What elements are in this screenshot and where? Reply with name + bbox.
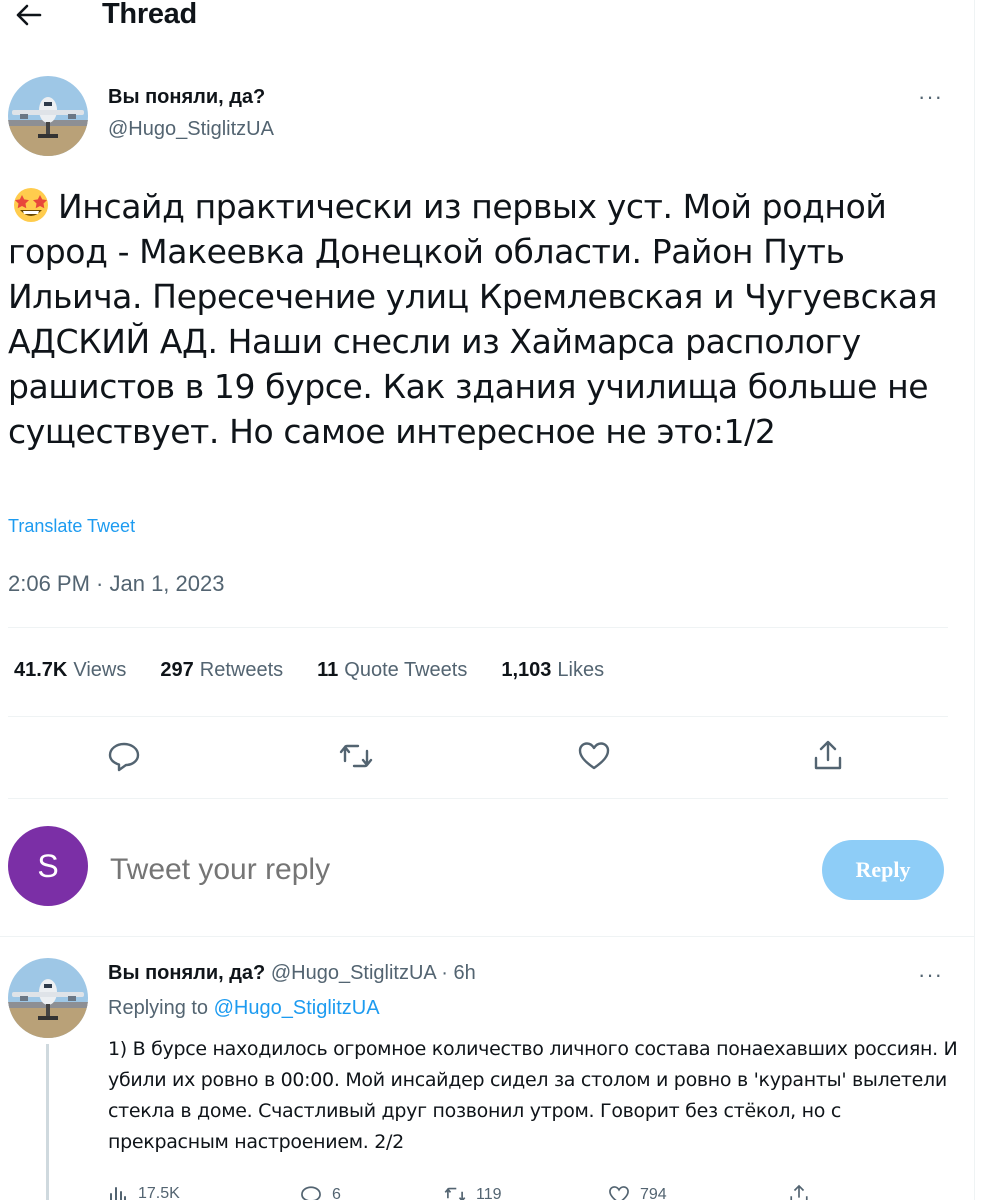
star-struck-emoji (14, 188, 48, 222)
translate-tweet-link[interactable]: Translate Tweet (8, 516, 135, 537)
reply-tweet-actions: 17.5K 6 119 794 (108, 1184, 868, 1200)
more-options-button[interactable]: ··· (918, 86, 943, 108)
author-name[interactable]: Вы поняли, да? (108, 86, 265, 109)
replying-to: Replying to @Hugo_StiglitzUA (108, 997, 380, 1020)
replying-to-mention[interactable]: @Hugo_StiglitzUA (214, 997, 380, 1019)
reply-views-button[interactable]: 17.5K (108, 1184, 180, 1200)
divider (8, 798, 948, 799)
author-handle[interactable]: @Hugo_StiglitzUA (108, 118, 274, 141)
retweets-count: 297 (160, 659, 194, 681)
retweet-icon (444, 1187, 466, 1200)
quote-tweets-count: 11 (317, 659, 339, 681)
airplane-avatar-image (8, 958, 88, 1038)
share-icon (814, 740, 842, 770)
thread-header: Thread (0, 0, 975, 36)
retweet-icon (339, 744, 373, 768)
reply-retweets-count: 119 (476, 1186, 502, 1200)
author-avatar[interactable] (8, 76, 88, 156)
thread-page: Thread Вы поняли, да? @Hugo_StiglitzUA ·… (0, 0, 975, 1200)
retweets-stat[interactable]: 297 Retweets (160, 659, 283, 682)
likes-count: 1,103 (501, 659, 552, 681)
tweet-stats: 41.7K Views 297 Retweets 11 Quote Tweets… (14, 659, 604, 682)
reply-more-options-button[interactable]: ··· (918, 964, 943, 986)
tweet-text: Инсайд практически из первых уст. Мой ро… (8, 184, 958, 454)
retweets-label: Retweets (199, 659, 284, 681)
quote-tweets-stat[interactable]: 11 Quote Tweets (317, 659, 467, 682)
views-label: Views (73, 659, 127, 681)
tweet-body-text: Инсайд практически из первых уст. Мой ро… (8, 187, 938, 451)
divider (8, 716, 948, 717)
share-button[interactable] (808, 736, 848, 776)
quote-tweets-label: Quote Tweets (344, 659, 468, 681)
current-user-avatar[interactable]: S (8, 826, 88, 906)
reply-tweet-text: 1) В бурсе находилось огромное количеств… (108, 1038, 958, 1153)
reply-share-button[interactable] (788, 1184, 820, 1200)
reply-icon (108, 742, 140, 772)
share-icon (790, 1184, 808, 1200)
like-button[interactable] (574, 736, 614, 776)
tweet-timestamp[interactable]: 2:06 PM · Jan 1, 2023 (8, 571, 224, 597)
reply-replies-count: 6 (332, 1186, 341, 1200)
views-stat: 41.7K Views (14, 659, 126, 682)
reply-header: Вы поняли, да? @Hugo_StiglitzUA · 6h (108, 962, 476, 985)
reply-author-avatar[interactable] (8, 958, 88, 1038)
reply-retweet-button[interactable]: 119 (444, 1184, 502, 1200)
reply-likes-count: 794 (640, 1186, 667, 1200)
retweet-button[interactable] (336, 736, 376, 776)
reply-views-count: 17.5K (138, 1185, 180, 1200)
reply-like-button[interactable]: 794 (608, 1184, 667, 1200)
airplane-avatar-image (8, 76, 88, 156)
views-icon (110, 1187, 126, 1200)
like-icon (609, 1186, 629, 1200)
divider (0, 936, 975, 937)
reply-icon (301, 1186, 321, 1200)
thread-connector-line (46, 1044, 49, 1200)
reply-input[interactable] (110, 850, 790, 890)
reply-reply-button[interactable]: 6 (300, 1184, 341, 1200)
reply-author-name[interactable]: Вы поняли, да? (108, 962, 265, 984)
page-title: Thread (102, 0, 197, 30)
back-button[interactable] (14, 0, 44, 30)
replying-to-label: Replying to (108, 997, 209, 1019)
views-count: 41.7K (14, 659, 68, 681)
avatar-letter: S (37, 847, 59, 884)
tweet-actions (0, 736, 975, 776)
likes-stat[interactable]: 1,103 Likes (501, 659, 604, 682)
divider (8, 627, 948, 628)
likes-label: Likes (557, 659, 605, 681)
like-icon (578, 742, 610, 770)
reply-submit-button[interactable]: Reply (822, 840, 944, 900)
arrow-left-icon (16, 4, 42, 26)
reply-button[interactable] (104, 736, 144, 776)
reply-meta[interactable]: @Hugo_StiglitzUA · 6h (271, 962, 476, 984)
